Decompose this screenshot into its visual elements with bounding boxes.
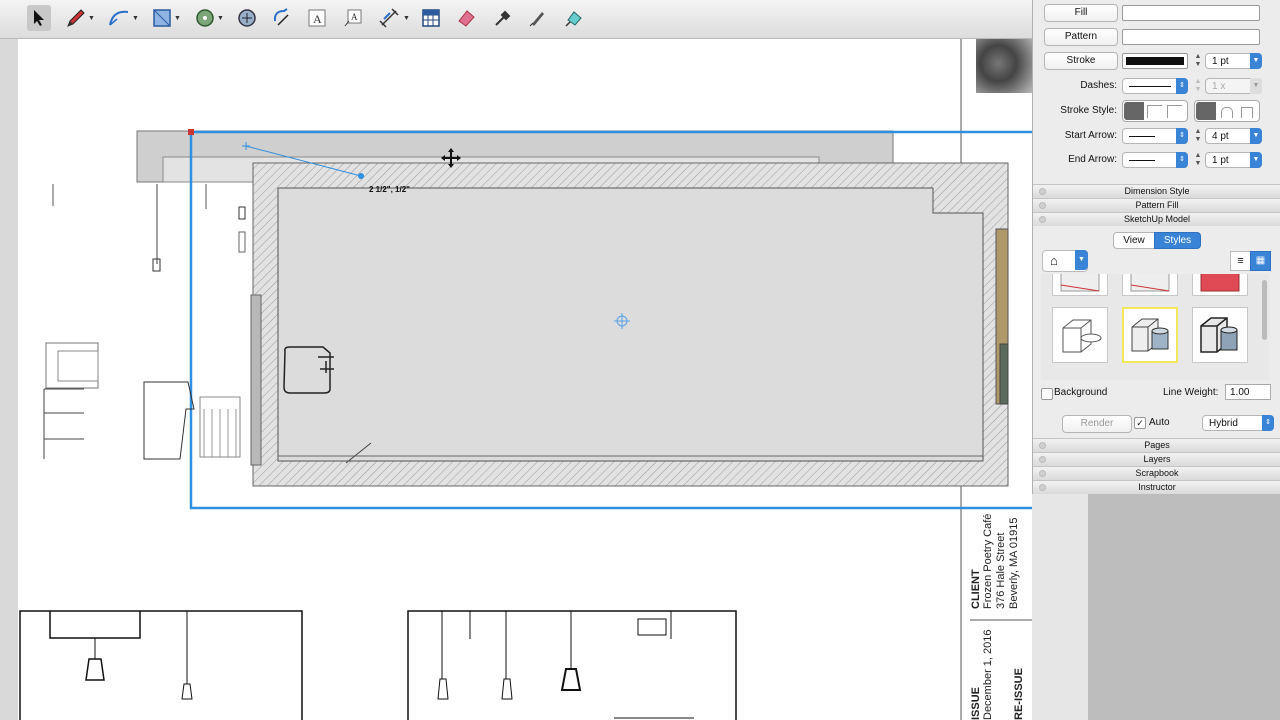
cap-round-icon[interactable]	[1147, 105, 1162, 118]
eyedropper-icon[interactable]	[492, 5, 514, 31]
client-heading: CLIENT	[970, 569, 982, 609]
line-weight-label: Line Weight:	[1163, 387, 1219, 398]
list-view-icon[interactable]: ≡	[1230, 251, 1251, 271]
stroke-weight-stepper[interactable]: ▲ ▼	[1194, 53, 1202, 69]
style-collection-dropdown[interactable]: ⌂ ▼	[1042, 250, 1088, 272]
style-thumb-4[interactable]	[1052, 307, 1108, 363]
client-street: 376 Hale Street	[995, 532, 1007, 609]
rectangle-icon[interactable]: ▼	[148, 5, 184, 31]
line-weight-input[interactable]: 1.00	[1225, 384, 1271, 400]
end-arrow-size-dropdown[interactable]: 1 pt ▼	[1205, 152, 1262, 168]
rotate-icon[interactable]	[270, 5, 292, 31]
stroke-swatch[interactable]	[1122, 53, 1188, 69]
offset-icon[interactable]	[236, 5, 258, 31]
fill-button[interactable]: Fill	[1044, 4, 1118, 22]
style-thumb-5-selected[interactable]	[1122, 307, 1178, 363]
render-mode-dropdown[interactable]: Hybrid ⇕	[1202, 415, 1274, 431]
cap-flat-icon[interactable]	[1124, 102, 1144, 120]
dash-scale-dropdown: 1 x ▼	[1205, 78, 1262, 94]
table-icon[interactable]	[420, 5, 442, 31]
style-thumb-2[interactable]	[1122, 274, 1178, 296]
start-arrow-stepper[interactable]: ▲ ▼	[1194, 128, 1202, 144]
background-checkbox[interactable]	[1041, 388, 1053, 400]
eraser-icon[interactable]	[455, 5, 477, 31]
end-arrow-label: End Arrow:	[1068, 154, 1117, 165]
pencil-icon[interactable]: ▼	[62, 5, 98, 31]
join-round-icon[interactable]	[1221, 107, 1233, 118]
section-pages[interactable]: Pages	[1033, 438, 1280, 452]
dog-photo	[976, 39, 1032, 93]
circle-icon[interactable]: ▼	[191, 5, 227, 31]
stroke-weight-dropdown[interactable]: 1 pt ▼	[1205, 53, 1262, 69]
stroke-join-segment[interactable]	[1194, 100, 1260, 122]
section-pattern-fill[interactable]: Pattern Fill	[1033, 198, 1280, 212]
chevron-down-icon: ▼	[1075, 250, 1088, 270]
label-icon[interactable]: A	[342, 5, 364, 31]
pattern-swatch[interactable]	[1122, 29, 1260, 45]
style-thumb-1[interactable]	[1052, 274, 1108, 296]
stroke-style-label: Stroke Style:	[1060, 105, 1117, 116]
cap-square-icon[interactable]	[1167, 105, 1182, 118]
svg-text:A: A	[351, 12, 358, 22]
stroke-cap-segment[interactable]	[1122, 100, 1188, 122]
start-arrow-dropdown[interactable]: ⇕	[1122, 128, 1188, 144]
start-arrow-label: Start Arrow:	[1064, 130, 1117, 141]
stroke-button[interactable]: Stroke	[1044, 52, 1118, 70]
start-arrow-size-dropdown[interactable]: 4 pt ▼	[1205, 128, 1262, 144]
auto-label: Auto	[1149, 417, 1170, 428]
styles-gallery	[1041, 274, 1269, 380]
section-scrapbook[interactable]: Scrapbook	[1033, 466, 1280, 480]
gallery-scrollbar[interactable]	[1262, 280, 1267, 340]
client-name: Frozen Poetry Café	[982, 513, 994, 609]
join-miter-icon[interactable]	[1196, 102, 1216, 120]
house-icon: ⌂	[1050, 253, 1058, 268]
join-bevel-icon[interactable]	[1241, 107, 1253, 118]
dash-scale-stepper: ▲ ▼	[1194, 78, 1202, 93]
render-button[interactable]: Render	[1062, 415, 1132, 433]
dashes-dropdown[interactable]: ⇕	[1122, 78, 1188, 94]
fill-swatch[interactable]	[1122, 5, 1260, 21]
end-arrow-dropdown[interactable]: ⇕	[1122, 152, 1188, 168]
drawing-canvas[interactable]: 2 1/2", 1/2" CLIENT Frozen Poetry Café 3…	[18, 39, 1032, 720]
auto-checkbox[interactable]: ✓	[1134, 417, 1146, 429]
grid-view-icon[interactable]: ▦	[1250, 251, 1271, 271]
issue-heading: ISSUE	[970, 686, 982, 720]
tab-styles[interactable]: Styles	[1154, 232, 1201, 249]
background-window	[1088, 494, 1280, 720]
client-city: Beverly, MA 01915	[1008, 517, 1020, 609]
arc-icon[interactable]: ▼	[104, 5, 142, 31]
dashes-label: Dashes:	[1080, 80, 1117, 91]
dimension-icon[interactable]: ▼	[376, 5, 412, 31]
inspector-panel: Fill Pattern Stroke ▲ ▼ 1 pt ▼ Dashes: ⇕ ▲…	[1032, 0, 1280, 494]
tab-view[interactable]: View	[1113, 232, 1155, 249]
join-icon[interactable]	[563, 5, 585, 31]
style-thumb-3[interactable]	[1192, 274, 1248, 296]
section-layers[interactable]: Layers	[1033, 452, 1280, 466]
section-instructor[interactable]: Instructor	[1033, 480, 1280, 494]
end-arrow-stepper[interactable]: ▲ ▼	[1194, 152, 1202, 168]
issue-date: December 1, 2016	[982, 629, 994, 720]
section-dimension-style[interactable]: Dimension Style	[1033, 184, 1280, 198]
page-gutter	[0, 39, 19, 720]
floor-plan-viewport[interactable]	[18, 39, 1032, 720]
section-sketchup-model[interactable]: SketchUp Model	[1033, 212, 1280, 226]
svg-text:A: A	[313, 12, 322, 26]
text-icon[interactable]: A	[306, 5, 328, 31]
move-cursor-icon	[440, 147, 462, 172]
dimension-label: 2 1/2", 1/2"	[369, 185, 410, 194]
drawing-toolbar: ▼ ▼ ▼ ▼ A A ▼	[0, 0, 1032, 39]
reissue-heading: RE-ISSUE	[1013, 668, 1025, 720]
pattern-button[interactable]: Pattern	[1044, 28, 1118, 46]
background-label: Background	[1054, 387, 1108, 398]
style-thumb-6[interactable]	[1192, 307, 1248, 363]
select-arrow-icon[interactable]	[27, 5, 51, 31]
split-icon[interactable]	[527, 5, 549, 31]
